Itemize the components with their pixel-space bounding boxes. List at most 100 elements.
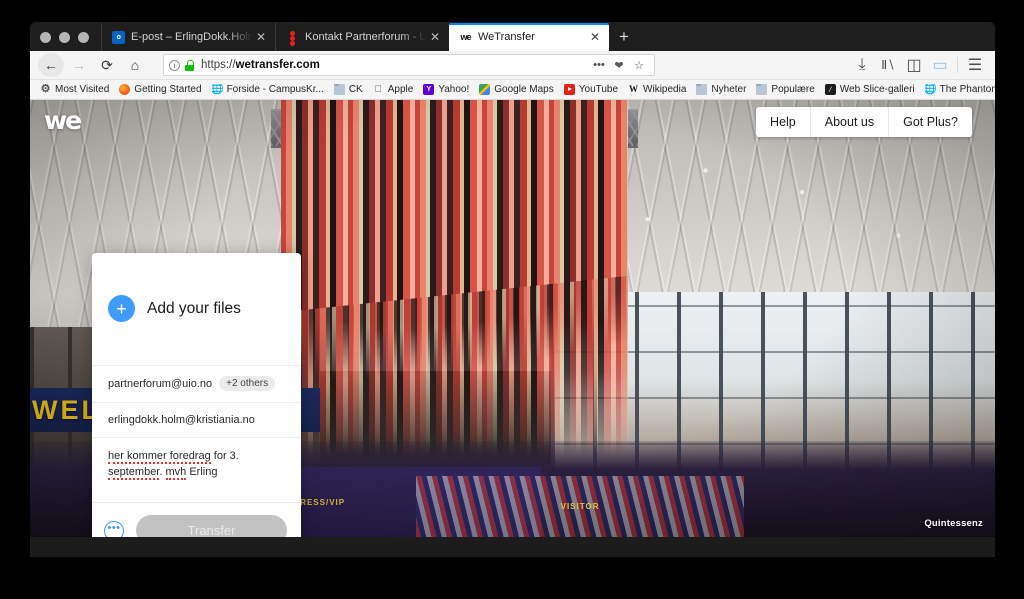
card-footer: ••• Transfer [92,503,301,537]
folder-icon [333,84,345,95]
message-field[interactable]: her kommer foredrag for 3. september. mv… [92,438,301,504]
more-options-icon[interactable]: ••• [104,520,124,537]
plus-icon[interactable]: + [108,295,135,323]
globe-icon: 🌐 [925,84,936,95]
gear-icon: ⚙ [40,84,51,95]
bookmark-label: Google Maps [494,84,554,95]
message-text-part: her kommer foredrag [108,450,211,465]
wetransfer-page: WELCOME PRESS/VIP VISITOR Quintessenz we… [30,100,995,537]
close-window-button[interactable] [40,32,51,43]
photo-watermark: Quintessenz [924,518,983,529]
close-icon[interactable]: ✕ [427,29,443,45]
site-identity-block[interactable]: i [169,59,194,71]
close-icon[interactable]: ✕ [253,29,269,45]
bookmark-phantom[interactable]: 🌐 The Phantom of the... [920,84,995,95]
bookmark-google-maps[interactable]: Google Maps [474,84,558,95]
bookmark-label: Wikipedia [643,84,687,95]
bookmark-wikipedia[interactable]: W Wikipedia [623,84,691,95]
sidebar-icon[interactable]: ◫ [902,53,926,77]
bookmark-yahoo[interactable]: Y Yahoo! [418,84,474,95]
toolbar-actions: ⤓ Ⅱ∖ ◫ ▭ ☰ [850,53,987,77]
message-text-part: september [108,465,160,480]
message-text-part: . [159,465,166,478]
back-button[interactable]: ← [38,53,64,77]
nav-got-plus[interactable]: Got Plus? [888,107,972,137]
page-actions-icon[interactable]: ••• [589,59,609,71]
bookmark-label: YouTube [578,84,619,95]
downloads-icon[interactable]: ⤓ [850,53,874,77]
reload-button[interactable]: ⟳ [94,53,120,77]
bookmark-label: CK [348,84,363,95]
folder-icon [696,84,708,95]
message-text-part: for 3. [210,450,239,463]
bookmark-ck[interactable]: CK [329,84,368,95]
bookmark-web-slice[interactable]: / Web Slice-galleri [820,84,920,95]
close-icon[interactable]: ✕ [587,29,603,45]
nav-about-us[interactable]: About us [809,107,888,137]
pocket-icon[interactable]: ❤ [609,59,629,72]
recipient-email-field[interactable]: partnerforum@uio.no +2 others [92,366,301,404]
tab-wetransfer[interactable]: we WeTransfer ✕ [449,23,609,51]
bookmark-label: Forside - CampusKr... [226,84,324,95]
browser-window: o E-post – ErlingDokk.Holm@kri ✕ Kontakt… [30,22,995,557]
folder-icon [756,84,768,95]
bookmark-label: Apple [387,84,414,95]
bookmark-nyheter[interactable]: Nyheter [691,84,751,95]
new-tab-button[interactable]: + [609,23,639,51]
window-controls [30,32,101,51]
uio-icon [286,30,299,46]
bookmark-most-visited[interactable]: ⚙ Most Visited [35,84,114,95]
container-tab-icon[interactable]: ▭ [928,53,952,77]
wetransfer-icon: we [460,32,471,42]
bookmark-label: Most Visited [55,84,110,95]
youtube-icon [563,84,575,95]
bookmark-label: The Phantom of the... [939,84,995,95]
transfer-button[interactable]: Transfer [136,515,287,537]
browser-tab-bar: o E-post – ErlingDokk.Holm@kri ✕ Kontakt… [30,22,995,51]
hamburger-menu-icon[interactable]: ☰ [963,53,987,77]
bookmark-label: Web Slice-galleri [839,84,915,95]
home-button[interactable]: ⌂ [122,53,148,77]
bookmark-getting-started[interactable]: Getting Started [114,84,206,95]
bookmarks-toolbar: ⚙ Most Visited Getting Started 🌐 Forside… [30,80,995,100]
web-slice-icon: / [824,84,836,95]
google-maps-icon [479,84,491,95]
bookmark-populaere[interactable]: Populære [751,84,819,95]
nav-help[interactable]: Help [756,107,810,137]
page-info-icon[interactable]: i [169,59,180,71]
recipient-extra-badge[interactable]: +2 others [219,376,276,392]
wetransfer-logo[interactable]: we [44,108,84,134]
outlook-icon: o [112,30,125,44]
url-text: https://wetransfer.com [201,59,320,71]
maximize-window-button[interactable] [78,32,89,43]
tab-email[interactable]: o E-post – ErlingDokk.Holm@kri ✕ [101,23,275,51]
bookmark-label: Yahoo! [438,84,470,95]
bookmark-label: Populære [771,84,815,95]
minimize-window-button[interactable] [59,32,70,43]
add-files-label: Add your files [147,299,241,317]
tab-title: Kontakt Partnerforum - Univers [305,31,427,43]
firefox-icon [119,84,131,95]
tab-title: E-post – ErlingDokk.Holm@kri [131,31,253,43]
sender-email-value: erlingdokk.holm@kristiania.no [108,414,255,427]
lock-icon [185,59,194,71]
tab-partnerforum[interactable]: Kontakt Partnerforum - Univers ✕ [275,23,449,51]
wikipedia-icon: W [629,84,639,94]
add-files-row[interactable]: + Add your files [92,253,301,366]
apple-icon:  [373,84,384,95]
bookmark-apple[interactable]:  Apple [368,84,419,95]
bookmark-star-icon[interactable]: ☆ [629,59,649,72]
transfer-card: + Add your files partnerforum@uio.no +2 … [92,253,301,537]
toolbar-divider [957,57,958,73]
library-icon[interactable]: Ⅱ∖ [876,53,900,77]
bookmark-label: Getting Started [134,84,202,95]
navigation-toolbar: ← → ⟳ ⌂ i https://wetransfer.com ••• ❤ ☆… [30,51,995,80]
bookmark-youtube[interactable]: YouTube [559,84,623,95]
message-text-part: mvh [165,465,187,480]
forward-button[interactable]: → [66,53,92,77]
site-navigation: Help About us Got Plus? [756,107,972,137]
address-bar[interactable]: i https://wetransfer.com ••• ❤ ☆ [163,54,655,76]
sender-email-field[interactable]: erlingdokk.holm@kristiania.no [92,403,301,439]
bookmark-campuskr[interactable]: 🌐 Forside - CampusKr... [207,84,329,95]
message-text-part: Erling [186,465,218,478]
